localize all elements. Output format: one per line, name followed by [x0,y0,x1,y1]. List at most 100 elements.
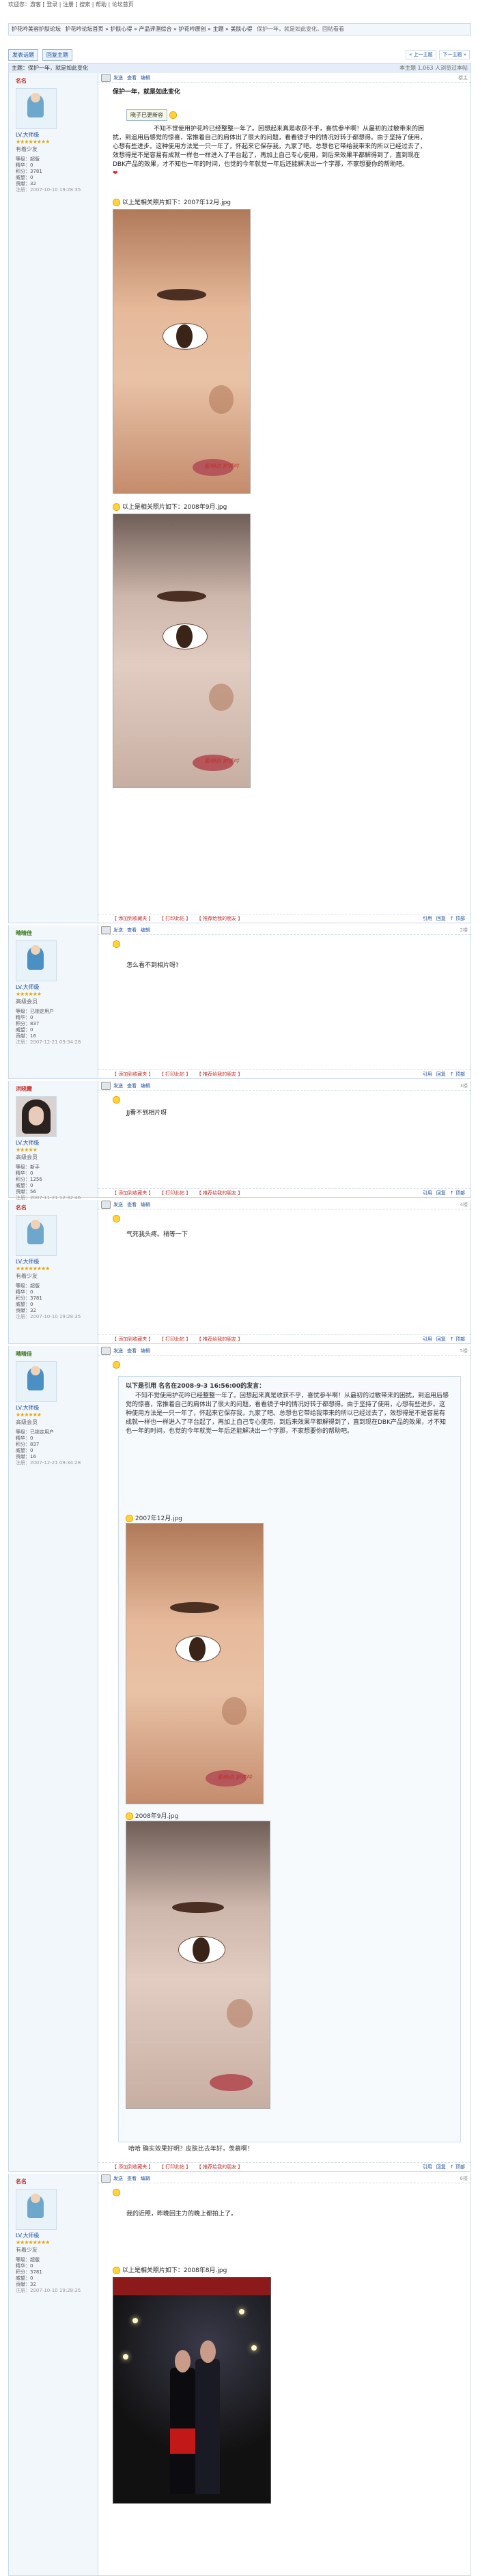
print-link[interactable]: 【 打印此帖 】 [161,1336,191,1342]
recommend-link[interactable]: 【 推荐给我的朋友 】 [199,2164,242,2170]
edit-link[interactable]: 编辑 [141,2176,150,2181]
top-user-bar: 欢迎您：游客 [ 登录 | 注册 ] 搜索 | 帮助 | 论坛首页 [8,0,470,10]
send-link[interactable]: 发送 [113,1202,123,1207]
recommend-link[interactable]: 【 推荐给我的朋友 】 [199,1336,242,1342]
floor-label: 6楼 [460,2176,468,2181]
print-link[interactable]: 【 打印此帖 】 [161,1190,191,1196]
reply-link[interactable]: 回复 [436,1190,446,1196]
edit-link[interactable]: 编辑 [141,75,150,81]
view-link[interactable]: 查看 [127,1083,137,1089]
print-link[interactable]: 【 打印此帖 】 [161,2164,191,2170]
quote-text: 不知不觉使用护花吟已经整整一年了。回想起来真是收获不乎，喜忧参半啊！从最初的过敏… [126,1392,449,1435]
quote-link[interactable]: 引用 [423,1072,432,1077]
new-post-button[interactable]: 发表话题 [8,49,38,61]
recommend-link[interactable]: 【 推荐给我的朋友 】 [199,916,242,921]
view-link[interactable]: 查看 [127,75,137,81]
edit-link[interactable]: 编辑 [141,1083,150,1089]
edit-link[interactable]: 编辑 [141,927,150,933]
author-stats: 等级：超版 精华：0 积分：3781 威望：0 贡献：32 注册：2007-10-10 … [16,156,81,193]
view-link[interactable]: 查看 [127,927,137,933]
quote-link[interactable]: 引用 [423,1336,432,1342]
post-2: 晴晴佳 LV.大师级 ★★★★★★ 高级会员 等级：已锁定用户 精华：0 积分：83… [8,925,471,1079]
view-link[interactable]: 查看 [127,1202,137,1207]
reply-link[interactable]: 回复 [436,1336,446,1342]
quote-link[interactable]: 引用 [423,1190,432,1196]
author-stars: ★★★★★★ [16,1412,42,1418]
author-title: 有着少友 [16,1273,38,1279]
author-rank: LV.大师级 [16,1405,40,1411]
post-1: 名名 LV.大师级 ★★★★★★★★ 有着少友 等级：超版 精华：0 积分：3781… [8,73,471,923]
reply-link[interactable]: 回复 [436,1072,446,1077]
post-5: 晴晴佳 LV.大师级 ★★★★★★ 高级会员 等级：已锁定用户 精华：0 积分：83… [8,1346,471,2172]
photo-2008[interactable]: 影响点 护花吟 [113,514,251,788]
quote-photo-2007[interactable]: 影响点 护花吟 [126,1523,264,1804]
add-favorite-link[interactable]: 【 添加到收藏夹 】 [112,1190,153,1196]
view-link[interactable]: 查看 [127,1348,137,1354]
add-favorite-link[interactable]: 【 添加到收藏夹 】 [112,1072,153,1077]
next-thread-link[interactable]: 下一主题 » [439,50,470,59]
reply-button[interactable]: 回复主题 [42,49,72,61]
quote-link[interactable]: 引用 [423,916,432,921]
author-name[interactable]: 洪晓霞 [16,1085,32,1093]
top-link[interactable]: ↑ 顶部 [450,916,465,921]
post-4: 名名 LV.大师级 ★★★★★★★★ 有着少友 等级：超版 精华：0 积分：3781… [8,1200,471,1344]
thread-meta: 本主题 1,063 人浏览过本帖 [399,65,468,71]
send-link[interactable]: 发送 [113,2176,123,2181]
send-link[interactable]: 发送 [113,75,123,81]
author-stars: ★★★★★★★★ [16,139,50,145]
post-body: 我的近照，昨晚回主力的晚上都拍上了。 以上是相关照片如下：2008年8月.jpg [113,2189,458,2504]
prev-thread-link[interactable]: « 上一主题 [406,50,436,59]
send-link[interactable]: 发送 [113,1083,123,1089]
quote-block: 以下是引用 名名在2008-9-3 16:56:00的发言： 不知不觉使用护花吟… [118,1376,461,2142]
reply-link[interactable]: 回复 [436,916,446,921]
author-name[interactable]: 晴晴佳 [16,1350,32,1358]
post-toolbar: 发送 查看 编辑 楼主 [98,73,470,83]
view-link[interactable]: 查看 [127,2176,137,2181]
photo-caption-1: 以上是相关照片如下：2008年8月.jpg [122,2267,227,2274]
post-title: 保护一年，就是如此变化 [113,89,181,96]
quote-photo-2008[interactable] [126,1821,270,2109]
post-author-panel: 名名 LV.大师级 ★★★★★★★★ 有着少友 等级：超版 精华：0 积分：3781… [9,1200,98,1343]
night-photo[interactable] [113,2277,271,2504]
breadcrumb-forum[interactable]: 护花吟美容护肤论坛 [12,26,61,32]
author-stats: 等级：已锁定用户 精华：0 积分：837 威望：0 贡献：16 注册：2007-12-2… [16,1429,81,1466]
photo-2007[interactable]: 影响点 护花吟 [113,209,251,494]
send-link[interactable]: 发送 [113,927,123,933]
author-name[interactable]: 名名 [16,1204,27,1212]
post-toolbar: 发送 查看 编辑 5楼 [98,1346,470,1356]
send-link[interactable]: 发送 [113,1348,123,1354]
add-favorite-link[interactable]: 【 添加到收藏夹 】 [112,1336,153,1342]
author-rank: LV.大师级 [16,984,40,990]
author-title: 高级会员 [16,1154,38,1160]
author-stars: ★★★★★★★★ [16,2239,50,2245]
photo-watermark: 影响点 护花吟 [217,1774,252,1781]
recommend-link[interactable]: 【 推荐给我的朋友 】 [199,1072,242,1077]
author-name[interactable]: 晴晴佳 [16,929,32,937]
edit-link[interactable]: 编辑 [141,1202,150,1207]
edit-link[interactable]: 编辑 [141,1348,150,1354]
add-favorite-link[interactable]: 【 添加到收藏夹 】 [112,2164,153,2170]
reply-link[interactable]: 回复 [436,2164,446,2170]
recommend-link[interactable]: 【 推荐给我的朋友 】 [199,1190,242,1196]
top-link[interactable]: ↑ 顶部 [450,2164,465,2170]
quote-link[interactable]: 引用 [423,2164,432,2170]
author-name[interactable]: 名名 [16,77,27,85]
avatar [16,1096,57,1137]
author-stats: 等级：新手 精华：0 积分：1256 威望：0 贡献：56 注册：2007-11-21 … [16,1164,81,1201]
top-link[interactable]: ↑ 顶部 [450,1072,465,1077]
post-text: 我的近照，昨晚回主力的晚上都拍上了。 [126,2211,238,2217]
author-name[interactable]: 名名 [16,2178,27,2185]
photo-watermark: 影响点 护花吟 [204,462,239,469]
add-favorite-link[interactable]: 【 添加到收藏夹 】 [112,916,153,921]
top-link[interactable]: ↑ 顶部 [450,1336,465,1342]
floor-label: 2楼 [460,927,468,933]
print-link[interactable]: 【 打印此帖 】 [161,916,191,921]
author-title: 有着少友 [16,146,38,152]
print-link[interactable]: 【 打印此帖 】 [161,1072,191,1077]
breadcrumb-path[interactable]: 护花吟论坛首页 » 护肤心得 » 产品评测综合 » 护花吟原创 » 主题 » 美… [66,26,253,32]
heart-icon: ❤ [113,170,118,177]
floor-label: 楼主 [458,75,468,81]
post-toolbar: 发送 查看 编辑 6楼 [98,2174,470,2183]
post-icon [101,1082,111,1090]
top-link[interactable]: ↑ 顶部 [450,1190,465,1196]
